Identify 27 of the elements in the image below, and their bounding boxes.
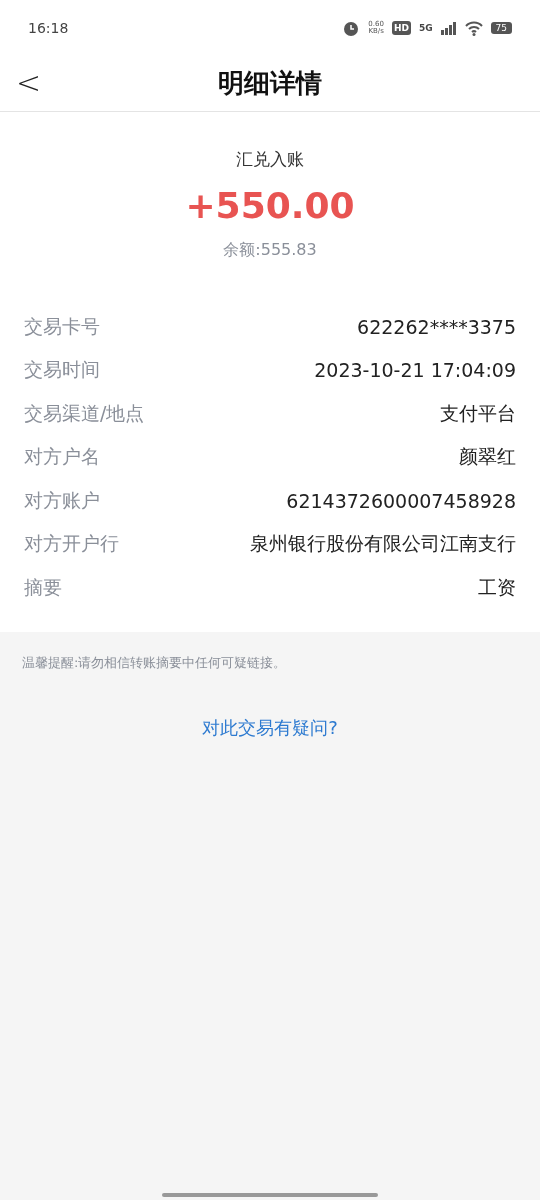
detail-label: 对方户名 — [24, 444, 100, 470]
amount: +550.00 — [185, 185, 355, 226]
home-indicator[interactable] — [162, 1193, 378, 1197]
balance: 余额:555.83 — [223, 240, 317, 261]
detail-label: 对方账户 — [24, 487, 100, 513]
network-type: 5G — [418, 22, 433, 33]
detail-label: 对方开户行 — [24, 531, 119, 557]
detail-value: 颜翠红 — [459, 444, 516, 470]
back-button[interactable]: < — [12, 65, 46, 100]
detail-label: 摘要 — [24, 574, 62, 600]
battery-level: 75 — [490, 21, 512, 34]
detail-label: 交易卡号 — [24, 313, 100, 339]
detail-label: 交易时间 — [24, 357, 100, 383]
question-link[interactable]: 对此交易有疑问? — [202, 715, 338, 740]
detail-label: 交易渠道/地点 — [24, 400, 145, 426]
detail-value: 6214372600007458928 — [286, 489, 516, 512]
detail-value: 2023-10-21 17:04:09 — [314, 359, 516, 382]
detail-value: 622262****3375 — [357, 315, 516, 338]
hd-badge: HD — [391, 20, 411, 35]
signal-icon — [440, 20, 457, 35]
detail-value: 工资 — [478, 574, 516, 600]
detail-value: 泉州银行股份有限公司江南支行 — [250, 531, 516, 557]
status-time: 16:18 — [28, 19, 69, 36]
detail-value: 支付平台 — [440, 400, 516, 426]
page-title: 明细详情 — [218, 66, 322, 100]
notice-text: 温馨提醒:请勿相信转账摘要中任何可疑链接。 — [22, 653, 288, 672]
transaction-type: 汇兑入账 — [236, 148, 304, 171]
